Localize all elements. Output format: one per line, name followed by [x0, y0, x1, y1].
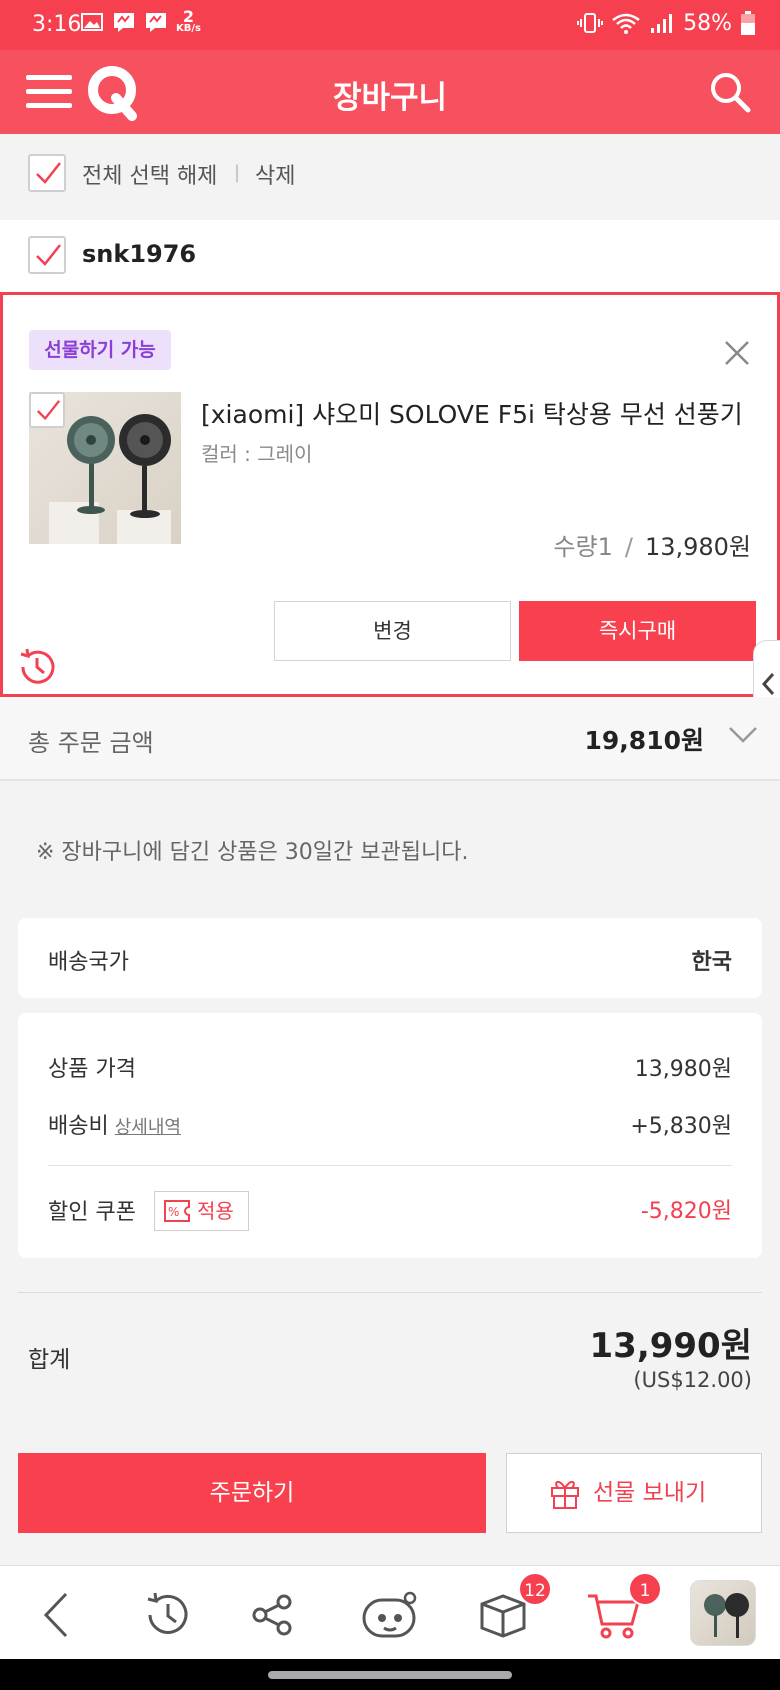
- deselect-all-link[interactable]: 전체 선택 해제: [82, 158, 217, 190]
- quantity-price: 수량1 / 13,980원: [553, 527, 751, 562]
- select-all-bar: 전체 선택 해제 | 삭제: [0, 134, 780, 220]
- apply-coupon-button[interactable]: % 적용: [154, 1191, 249, 1231]
- my-orders-nav[interactable]: 12: [476, 1572, 552, 1642]
- shipping-fee-value: +5,830원: [630, 1114, 732, 1139]
- item-price-label: 상품 가격: [48, 1057, 136, 1082]
- signal-icon: [651, 14, 673, 33]
- separator: |: [234, 162, 241, 183]
- seller-checkbox[interactable]: [28, 236, 66, 274]
- total-order-amount: 19,810원: [584, 726, 704, 755]
- history-icon[interactable]: [15, 645, 59, 689]
- total-order-label: 총 주문 금액: [28, 729, 154, 757]
- product-thumbnail[interactable]: [29, 392, 181, 544]
- fan-product-image: [704, 1593, 749, 1638]
- mascot-chat-icon[interactable]: [360, 1588, 420, 1642]
- product-name[interactable]: [xiaomi] 샤오미 SOLOVE F5i 탁상용 무선 선풍기: [201, 395, 761, 431]
- shipping-country-label: 배송국가: [48, 950, 129, 975]
- buy-now-button[interactable]: 즉시구매: [519, 601, 756, 661]
- sum-total: 13,990원: [589, 1326, 752, 1366]
- battery-percent: 58%: [683, 10, 732, 36]
- total-order-row[interactable]: 총 주문 금액 19,810원: [0, 697, 780, 781]
- sum-label: 합계: [28, 1347, 71, 1373]
- status-bar: 3:16 2 KB/s 58%: [0, 0, 780, 50]
- shipping-fee-label: 배송비 상세내역: [48, 1114, 181, 1139]
- coupon-icon: %: [164, 1200, 190, 1222]
- battery-icon: [741, 11, 755, 35]
- gift-available-badge: 선물하기 가능: [29, 330, 171, 370]
- bottom-navigation: 12 1: [0, 1565, 780, 1659]
- recent-product-thumbnail[interactable]: [690, 1580, 756, 1646]
- app-header: 장바구니: [0, 50, 780, 134]
- price-breakdown: 상품 가격 13,980원 배송비 상세내역 +5,830원 할인 쿠폰 % 적용…: [18, 1013, 762, 1258]
- change-button[interactable]: 변경: [274, 601, 511, 661]
- shipping-detail-link[interactable]: 상세내역: [115, 1117, 181, 1138]
- message-icon-2: [146, 13, 166, 32]
- gallery-icon: [81, 13, 103, 31]
- coupon-discount-value: -5,820원: [640, 1199, 732, 1224]
- search-icon[interactable]: [708, 70, 752, 114]
- order-button[interactable]: 주문하기: [18, 1453, 486, 1533]
- coupon-label: 할인 쿠폰: [48, 1200, 136, 1225]
- cart-badge: 1: [628, 1572, 662, 1606]
- storage-notice: ※ 장바구니에 담긴 상품은 30일간 보관됩니다.: [36, 840, 469, 865]
- seller-row: snk1976: [0, 220, 780, 292]
- cart-nav[interactable]: 1: [586, 1572, 662, 1642]
- item-checkbox[interactable]: [29, 392, 65, 428]
- item-price: 13,980원: [644, 533, 751, 561]
- divider: [18, 1292, 762, 1293]
- page-title: 장바구니: [332, 80, 448, 116]
- shipping-country-value: 한국: [691, 950, 732, 975]
- home-gesture-pill[interactable]: [268, 1671, 512, 1679]
- check-icon: [36, 162, 61, 184]
- close-icon[interactable]: [723, 339, 751, 367]
- wifi-icon: [612, 13, 640, 34]
- send-gift-button[interactable]: 선물 보내기: [506, 1453, 762, 1533]
- share-icon[interactable]: [246, 1588, 300, 1642]
- seller-name[interactable]: snk1976: [82, 240, 196, 268]
- delete-button[interactable]: 삭제: [255, 158, 295, 190]
- network-speed: 2 KB/s: [176, 7, 201, 34]
- recent-history-icon[interactable]: [140, 1588, 194, 1642]
- check-icon: [36, 400, 61, 421]
- gesture-navigation-bar: [0, 1659, 780, 1690]
- orders-badge: 12: [518, 1572, 552, 1606]
- check-icon: [36, 244, 61, 266]
- gift-icon: [551, 1481, 579, 1509]
- cart-item-card: 선물하기 가능 [xiaomi] 샤오미 SOLOVE F5i 탁상용 무선 선…: [0, 292, 780, 697]
- back-icon[interactable]: [30, 1588, 84, 1642]
- chevron-down-icon[interactable]: [728, 725, 758, 745]
- sum-total-usd: (US$12.00): [633, 1368, 752, 1392]
- svg-text:%: %: [168, 1205, 179, 1219]
- item-price-value: 13,980원: [634, 1057, 732, 1082]
- message-icon: [114, 13, 134, 32]
- select-all-checkbox[interactable]: [28, 154, 66, 192]
- divider: [48, 1165, 732, 1166]
- quantity: 수량1: [553, 533, 613, 561]
- chevron-left-icon: [761, 672, 775, 696]
- vibrate-icon: [577, 13, 604, 33]
- product-option: 컬러 : 그레이: [201, 442, 313, 466]
- shipping-country-box: 배송국가 한국: [18, 918, 762, 998]
- separator: /: [624, 533, 633, 561]
- status-time: 3:16: [32, 12, 82, 37]
